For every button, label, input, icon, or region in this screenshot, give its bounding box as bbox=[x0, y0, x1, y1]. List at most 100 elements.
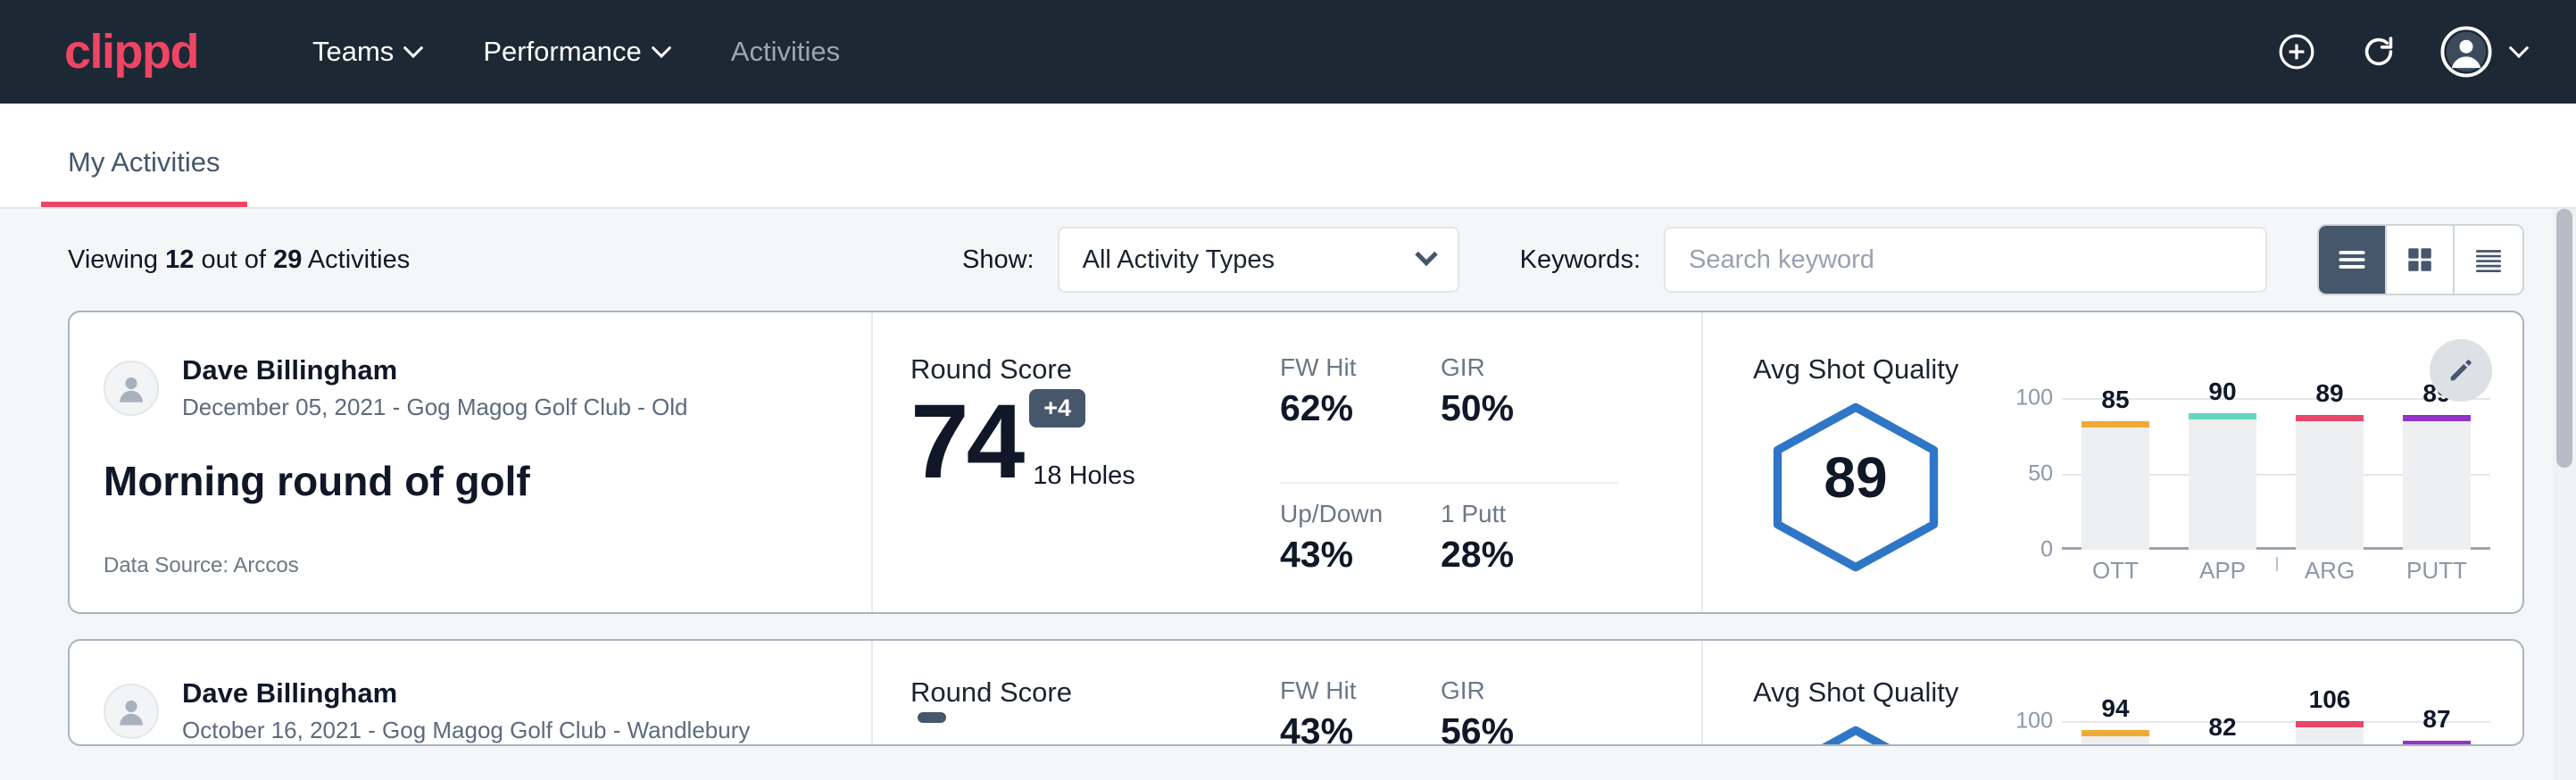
person-icon bbox=[112, 692, 151, 731]
avg-shot-quality-column: Avg Shot Quality 89 100 50 0 bbox=[1703, 312, 2522, 612]
round-score-column: Round Score 74 +4 18 Holes FW Hit 62% bbox=[873, 312, 1703, 612]
round-score-label: Round Score bbox=[910, 676, 1271, 709]
account-avatar-icon bbox=[2440, 26, 2492, 78]
avatar bbox=[104, 361, 159, 416]
refresh-icon[interactable] bbox=[2358, 31, 2399, 72]
compact-view-button[interactable] bbox=[2455, 226, 2522, 294]
bar-putt-cap bbox=[2403, 415, 2471, 421]
viewing-count-text: Viewing 12 out of 29 Activities bbox=[68, 245, 410, 275]
y-tick-0: 0 bbox=[2040, 537, 2053, 563]
bar-arg: 106 bbox=[2296, 721, 2364, 746]
grid-view-button[interactable] bbox=[2387, 226, 2455, 294]
x-label-arg-text: ARG bbox=[2305, 557, 2355, 584]
activity-type-select[interactable]: All Activity Types bbox=[1058, 227, 1459, 293]
bar-arg: 89 bbox=[2296, 398, 2364, 550]
stat-up-down: Up/Down 43% bbox=[1280, 484, 1441, 612]
stat-fw-hit-value: 62% bbox=[1280, 387, 1401, 429]
x-label-arg: ARG bbox=[2296, 557, 2364, 585]
stat-one-putt-value: 28% bbox=[1441, 534, 1580, 576]
tab-my-activities[interactable]: My Activities bbox=[41, 146, 247, 207]
nav-item-activities[interactable]: Activities bbox=[706, 23, 865, 80]
show-label: Show: bbox=[962, 245, 1035, 275]
activity-user-name: Dave Billingham bbox=[182, 353, 688, 388]
list-view-button[interactable] bbox=[2319, 226, 2387, 294]
bar-putt-rect bbox=[2403, 415, 2471, 550]
y-tick-100: 100 bbox=[2015, 709, 2053, 734]
y-tick-100: 100 bbox=[2015, 386, 2053, 411]
chevron-down-icon bbox=[403, 37, 424, 58]
tab-bar: My Activities bbox=[0, 104, 2576, 209]
nav-item-activities-label: Activities bbox=[731, 36, 840, 68]
chart-x-labels: OTT APP ARG PUTT bbox=[2062, 557, 2490, 585]
y-tick-50: 50 bbox=[2028, 461, 2053, 487]
edit-activity-button[interactable] bbox=[2430, 339, 2492, 402]
bar-app: 82 bbox=[2189, 721, 2256, 746]
bar-app-value: 82 bbox=[2189, 713, 2256, 742]
holes-played: 18 Holes bbox=[1033, 461, 1134, 491]
stat-fw-hit-label: FW Hit bbox=[1280, 676, 1401, 705]
x-label-ott: OTT bbox=[2082, 557, 2149, 585]
activity-summary-column: Dave Billingham December 05, 2021 - Gog … bbox=[70, 312, 873, 612]
primary-nav: Teams Performance Activities bbox=[287, 23, 865, 80]
stat-gir-label: GIR bbox=[1441, 676, 1580, 705]
avatar bbox=[104, 684, 159, 739]
bar-app-rect bbox=[2189, 413, 2256, 550]
stat-gir: GIR 56% bbox=[1441, 676, 1619, 746]
round-score-value: 74 bbox=[910, 389, 1022, 494]
bar-putt-cap bbox=[2403, 741, 2471, 746]
bar-ott: 94 bbox=[2082, 721, 2149, 746]
activity-card[interactable]: Dave Billingham October 16, 2021 - Gog M… bbox=[68, 639, 2524, 746]
account-menu[interactable] bbox=[2440, 26, 2526, 78]
stat-fw-hit-label: FW Hit bbox=[1280, 353, 1401, 382]
round-score-column: Round Score FW Hit 43% bbox=[873, 641, 1703, 744]
round-score-row: 74 +4 18 Holes bbox=[910, 389, 1271, 494]
activity-user-meta: October 16, 2021 - Gog Magog Golf Club -… bbox=[182, 715, 750, 746]
bar-arg-rect bbox=[2296, 721, 2364, 746]
activity-card[interactable]: Dave Billingham December 05, 2021 - Gog … bbox=[68, 311, 2524, 614]
activity-data-source: Data Source: Arccos bbox=[104, 553, 835, 578]
avg-shot-quality-body: 100 50 0 94 bbox=[1753, 721, 2522, 746]
bar-arg-rect bbox=[2296, 415, 2364, 550]
page-scrollbar[interactable] bbox=[2553, 209, 2576, 780]
stat-gir: GIR 50% bbox=[1441, 353, 1619, 484]
stat-up-down-label: Up/Down bbox=[1280, 500, 1401, 528]
score-to-par-badge: +4 bbox=[1029, 389, 1085, 427]
bar-putt-value: 87 bbox=[2403, 705, 2471, 734]
stat-gir-value: 56% bbox=[1441, 710, 1580, 746]
avg-shot-quality-hexagon bbox=[1753, 721, 1958, 746]
x-tick-putt bbox=[2276, 557, 2278, 571]
score-to-par-badge bbox=[918, 712, 946, 723]
stat-fw-hit-value: 43% bbox=[1280, 710, 1401, 746]
chart-plot-area: 94 82 106 bbox=[2062, 721, 2490, 746]
bar-ott-cap bbox=[2082, 730, 2149, 736]
x-label-app-text: APP bbox=[2199, 557, 2246, 584]
bar-arg-value: 89 bbox=[2296, 379, 2364, 408]
filter-controls: Show: All Activity Types Keywords: bbox=[962, 224, 2524, 295]
chart-y-axis: 100 50 0 bbox=[1994, 721, 2062, 746]
bar-arg-cap bbox=[2296, 721, 2364, 727]
round-score-label: Round Score bbox=[910, 353, 1271, 386]
keywords-label: Keywords: bbox=[1520, 245, 1641, 275]
activity-user: Dave Billingham October 16, 2021 - Gog M… bbox=[104, 676, 835, 746]
round-score-side bbox=[910, 712, 946, 746]
activity-user-text: Dave Billingham October 16, 2021 - Gog M… bbox=[182, 676, 750, 746]
activity-card-list: Dave Billingham December 05, 2021 - Gog … bbox=[0, 311, 2576, 746]
round-score-side: +4 18 Holes bbox=[1022, 389, 1134, 494]
viewing-prefix: Viewing bbox=[68, 245, 158, 274]
nav-item-performance[interactable]: Performance bbox=[458, 23, 693, 80]
viewing-mid: out of bbox=[201, 245, 266, 274]
filter-bar: Viewing 12 out of 29 Activities Show: Al… bbox=[0, 209, 2576, 311]
bar-ott-rect bbox=[2082, 730, 2149, 746]
round-stats-grid: FW Hit 43% GIR 56% bbox=[1280, 676, 1619, 744]
scrollbar-thumb[interactable] bbox=[2556, 209, 2572, 468]
nav-item-teams[interactable]: Teams bbox=[287, 23, 445, 80]
avg-shot-quality-column: Avg Shot Quality 100 50 0 bbox=[1703, 641, 2522, 744]
viewing-total: 29 bbox=[273, 245, 302, 274]
avg-shot-quality-hexagon: 89 bbox=[1753, 398, 1958, 577]
clippd-logo[interactable]: clippd bbox=[64, 24, 198, 79]
chevron-down-icon bbox=[1415, 244, 1437, 266]
nav-actions bbox=[2276, 26, 2526, 78]
app-root: clippd Teams Performance Activities bbox=[0, 0, 2576, 780]
add-circle-icon[interactable] bbox=[2276, 31, 2317, 72]
search-input[interactable] bbox=[1664, 227, 2267, 293]
